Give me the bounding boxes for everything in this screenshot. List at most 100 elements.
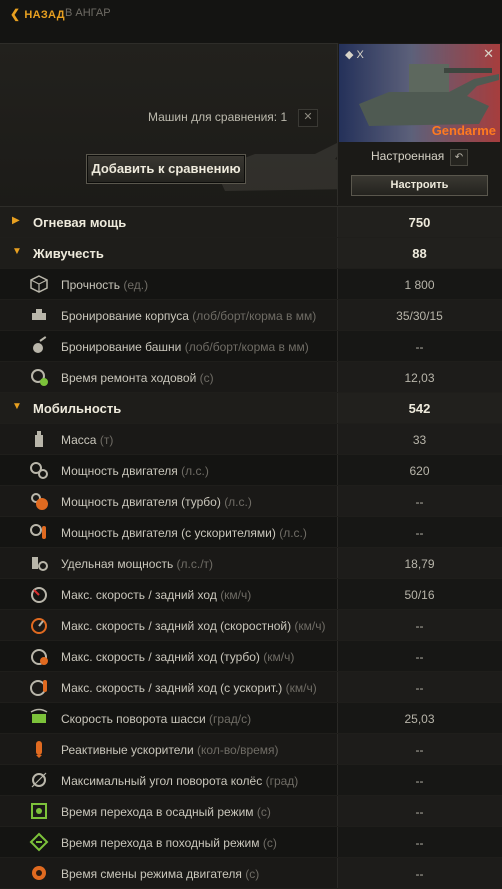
stat-row: Макс. скорость / задний ход (с ускорит.)… bbox=[0, 672, 502, 703]
stat-row: Бронирование корпуса (лоб/борт/корма в м… bbox=[0, 300, 502, 331]
stat-name: Прочность bbox=[61, 278, 121, 292]
stat-unit: (км/ч) bbox=[220, 588, 252, 602]
stat-row: Реактивные ускорители (кол-во/время) -- bbox=[0, 734, 502, 765]
stat-name: Мощность двигателя bbox=[61, 464, 178, 478]
category-value: 88 bbox=[412, 246, 427, 261]
stat-name: Скорость поворота шасси bbox=[61, 712, 206, 726]
stat-label: Реактивные ускорители (кол-во/время) bbox=[61, 743, 279, 757]
stat-unit: (л.с.) bbox=[224, 495, 252, 509]
vehicle-name: Gendarme bbox=[431, 123, 496, 138]
stat-label: Мощность двигателя (л.с.) bbox=[61, 464, 209, 478]
stat-name: Мощность двигателя (с ускорителями) bbox=[61, 526, 276, 540]
vehicle-image: ◆ X ✕ Gendarme bbox=[339, 44, 500, 142]
stat-label: Скорость поворота шасси (град/с) bbox=[61, 712, 251, 726]
stat-value: -- bbox=[415, 681, 424, 695]
wheel-angle-icon bbox=[29, 770, 49, 790]
stat-value: 620 bbox=[409, 464, 430, 478]
stat-label: Макс. скорость / задний ход (турбо) (км/… bbox=[61, 650, 294, 664]
rocket-boost-icon bbox=[29, 739, 49, 759]
stat-value: 1 800 bbox=[404, 278, 435, 292]
stat-value: 18,79 bbox=[404, 557, 435, 571]
hangar-link[interactable]: В АНГАР bbox=[65, 7, 111, 19]
stat-unit: (с) bbox=[262, 836, 277, 850]
undo-icon[interactable]: ↶ bbox=[450, 149, 468, 166]
stat-row: Время перехода в осадный режим (с) -- bbox=[0, 796, 502, 827]
stat-label: Удельная мощность (л.с./т) bbox=[61, 557, 213, 571]
stat-value: -- bbox=[415, 526, 424, 540]
stat-name: Макс. скорость / задний ход (скоростной) bbox=[61, 619, 292, 633]
stat-value: -- bbox=[415, 340, 424, 354]
stat-value: 25,03 bbox=[404, 712, 435, 726]
category-row[interactable]: ▼ Живучесть 88 bbox=[0, 238, 502, 269]
stat-unit: (км/ч) bbox=[285, 681, 317, 695]
stat-unit: (км/ч) bbox=[294, 619, 326, 633]
stat-value: -- bbox=[415, 774, 424, 788]
stat-name: Макс. скорость / задний ход (турбо) bbox=[61, 650, 260, 664]
stat-label: Макс. скорость / задний ход (км/ч) bbox=[61, 588, 251, 602]
category-value: 750 bbox=[408, 215, 431, 230]
stat-unit: (ед.) bbox=[123, 278, 149, 292]
stat-row: Мощность двигателя (с ускорителями) (л.с… bbox=[0, 517, 502, 548]
vehicle-card: ◆ X ✕ Gendarme Настроенная ↶ Настроить bbox=[337, 43, 502, 205]
chevron-right-icon: ▶ bbox=[12, 215, 20, 226]
turret-armor-icon bbox=[29, 336, 49, 356]
stat-name: Время ремонта ходовой bbox=[61, 371, 197, 385]
engine-icon bbox=[29, 460, 49, 480]
stat-name: Масса bbox=[61, 433, 97, 447]
traverse-icon bbox=[29, 708, 49, 728]
back-button[interactable]: ❮ НАЗАД bbox=[10, 7, 65, 21]
stat-label: Макс. скорость / задний ход (скоростной)… bbox=[61, 619, 326, 633]
tier-icon: ◆ bbox=[345, 49, 354, 61]
stat-name: Удельная мощность bbox=[61, 557, 174, 571]
stat-unit: (л.с.) bbox=[181, 464, 209, 478]
stat-unit: (с) bbox=[199, 371, 214, 385]
stat-label: Мощность двигателя (с ускорителями) (л.с… bbox=[61, 526, 307, 540]
stat-name: Время перехода в походный режим bbox=[61, 836, 260, 850]
speedometer-fast-icon bbox=[29, 615, 49, 635]
stat-value: 12,03 bbox=[404, 371, 435, 385]
category-label: Мобильность bbox=[33, 401, 122, 416]
stat-unit: (с) bbox=[256, 805, 271, 819]
hull-armor-icon bbox=[29, 305, 49, 325]
stat-unit: (лоб/борт/корма в мм) bbox=[184, 340, 309, 354]
specific-power-icon bbox=[29, 553, 49, 573]
stat-value: 35/30/15 bbox=[396, 309, 443, 323]
weight-icon bbox=[29, 429, 49, 449]
stat-label: Мощность двигателя (турбо) (л.с.) bbox=[61, 495, 252, 509]
engine-boost-icon bbox=[29, 522, 49, 542]
stat-name: Бронирование корпуса bbox=[61, 309, 189, 323]
stat-name: Максимальный угол поворота колёс bbox=[61, 774, 263, 788]
back-label: НАЗАД bbox=[24, 9, 65, 21]
stat-row: Макс. скорость / задний ход (турбо) (км/… bbox=[0, 641, 502, 672]
stat-value: 33 bbox=[412, 433, 427, 447]
travel-mode-icon bbox=[29, 832, 49, 852]
configure-button[interactable]: Настроить bbox=[351, 175, 488, 196]
stat-name: Время смены режима двигателя bbox=[61, 867, 242, 881]
close-icon[interactable]: ✕ bbox=[298, 109, 318, 127]
category-row[interactable]: ▼ Мобильность 542 bbox=[0, 393, 502, 424]
stat-row: Макс. скорость / задний ход (скоростной)… bbox=[0, 610, 502, 641]
stat-label: Максимальный угол поворота колёс (град) bbox=[61, 774, 298, 788]
stat-label: Макс. скорость / задний ход (с ускорит.)… bbox=[61, 681, 317, 695]
stat-value: -- bbox=[415, 836, 424, 850]
stat-row: Прочность (ед.) 1 800 bbox=[0, 269, 502, 300]
stat-unit: (л.с.) bbox=[279, 526, 307, 540]
stat-name: Мощность двигателя (турбо) bbox=[61, 495, 221, 509]
close-icon[interactable]: ✕ bbox=[483, 46, 494, 62]
stat-label: Время перехода в походный режим (с) bbox=[61, 836, 277, 850]
stat-unit: (град) bbox=[265, 774, 299, 788]
stat-value: -- bbox=[415, 650, 424, 664]
speedometer-boost-icon bbox=[29, 677, 49, 697]
stat-row: Время смены режима двигателя (с) -- bbox=[0, 858, 502, 889]
tier-badge: ◆ X bbox=[345, 48, 364, 61]
category-label: Живучесть bbox=[33, 246, 104, 261]
stat-row: Мощность двигателя (л.с.) 620 bbox=[0, 455, 502, 486]
stat-value: -- bbox=[415, 495, 424, 509]
chevron-down-icon: ▼ bbox=[12, 401, 22, 412]
stat-row: Мощность двигателя (турбо) (л.с.) -- bbox=[0, 486, 502, 517]
repair-icon bbox=[29, 367, 49, 387]
category-row[interactable]: ▶ Огневая мощь 750 bbox=[0, 207, 502, 238]
stat-name: Макс. скорость / задний ход bbox=[61, 588, 217, 602]
stat-label: Время ремонта ходовой (с) bbox=[61, 371, 214, 385]
add-to-compare-button[interactable]: Добавить к сравнению bbox=[86, 154, 246, 184]
